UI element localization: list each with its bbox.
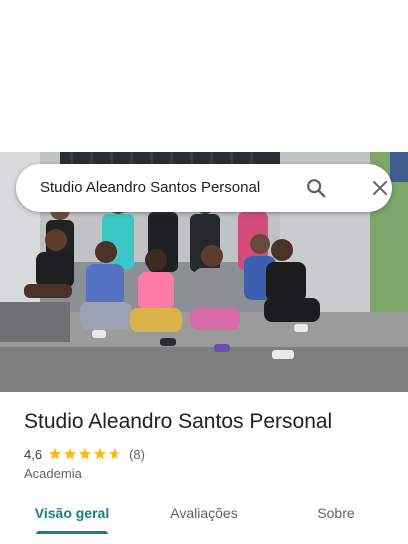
rating-row[interactable]: 4,6 (8) (24, 445, 145, 463)
clear-search-button[interactable] (364, 172, 396, 204)
tab-reviews[interactable]: Avaliações (156, 502, 252, 542)
star-icon (49, 448, 61, 460)
tab-about[interactable]: Sobre (288, 502, 384, 542)
search-button[interactable] (300, 172, 332, 204)
star-icon (109, 448, 121, 460)
star-icon (79, 448, 91, 460)
star-icon (94, 448, 106, 460)
search-input[interactable]: Studio Aleandro Santos Personal (40, 164, 260, 212)
search-icon (307, 179, 326, 198)
place-title: Studio Aleandro Santos Personal (24, 410, 333, 433)
rating-stars (48, 447, 123, 461)
place-category[interactable]: Academia (24, 466, 82, 481)
rating-value: 4,6 (24, 446, 43, 462)
tab-overview[interactable]: Visão geral (24, 502, 120, 542)
place-info-panel: Studio Aleandro Santos Personal 4,6 (8) … (0, 392, 408, 544)
place-tabs: Visão geral Avaliações Sobre (0, 502, 408, 544)
star-icon (64, 448, 76, 460)
active-tab-indicator (36, 531, 108, 534)
reviews-count[interactable]: (8) (129, 447, 145, 462)
close-icon (373, 181, 387, 195)
search-box[interactable]: Studio Aleandro Santos Personal (16, 164, 392, 212)
